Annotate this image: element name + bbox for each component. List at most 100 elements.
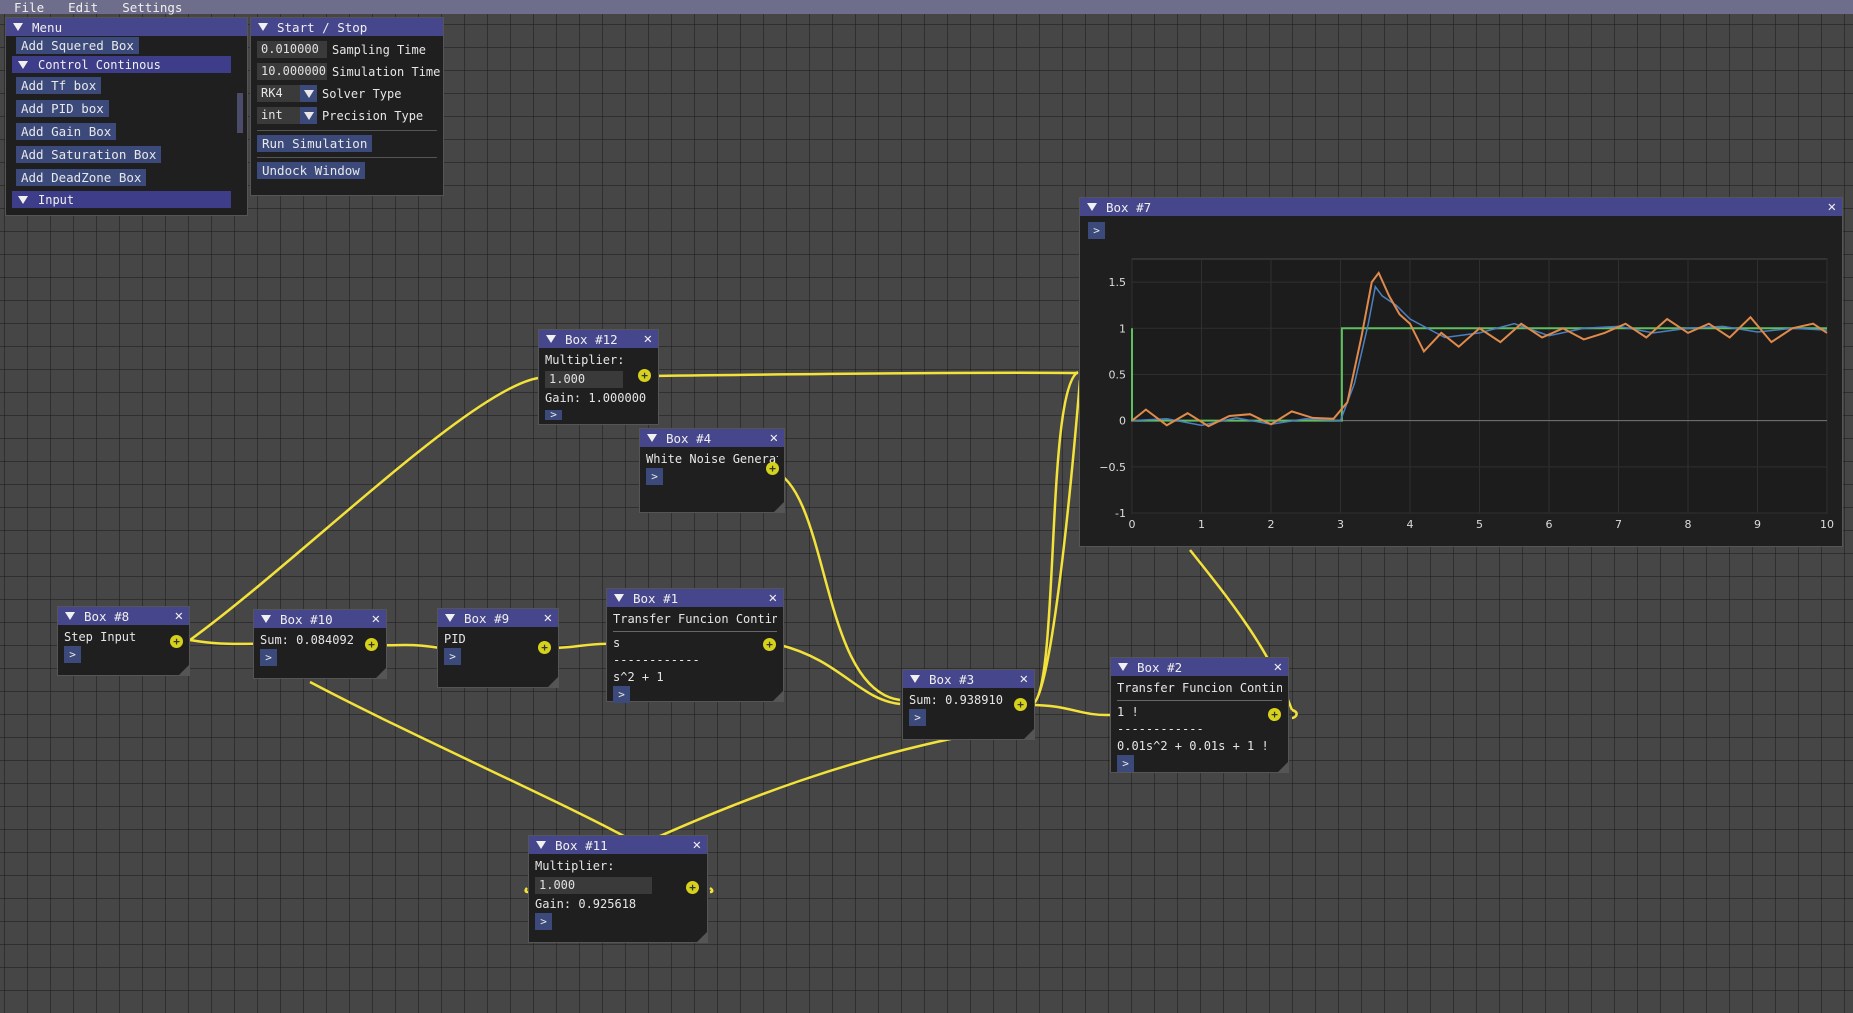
close-icon[interactable]: ✕ xyxy=(175,607,183,625)
sum-value: Sum: 0.084092 xyxy=(260,633,354,647)
wire xyxy=(709,886,714,894)
output-pin-icon[interactable]: + xyxy=(763,638,776,651)
collapse-triangle-icon[interactable] xyxy=(261,615,271,623)
section-input[interactable]: Input xyxy=(12,191,231,208)
node-box-1[interactable]: Box #1 ✕ Transfer Funcion Contino s -----… xyxy=(606,588,784,703)
menu-panel-titlebar[interactable]: Menu xyxy=(6,18,247,36)
node-box-9[interactable]: Box #9 ✕ PID > + xyxy=(437,608,559,688)
node-box-3[interactable]: Box #3 ✕ Sum: 0.938910 > + xyxy=(902,669,1035,740)
expand-button[interactable]: > xyxy=(1088,222,1105,239)
resize-grip-icon[interactable] xyxy=(376,668,386,678)
close-icon[interactable]: ✕ xyxy=(693,836,701,854)
node-box-8[interactable]: Box #8 ✕ Step Input > + xyxy=(57,606,190,676)
menu-bar: File Edit Settings xyxy=(0,0,1853,15)
close-icon[interactable]: ✕ xyxy=(1828,198,1836,216)
add-deadzone-box-button[interactable]: Add DeadZone Box xyxy=(16,169,147,186)
expand-button[interactable]: > xyxy=(64,646,81,663)
sum-value: Sum: 0.938910 xyxy=(909,693,1003,707)
collapse-triangle-icon[interactable] xyxy=(546,335,556,343)
node-titlebar[interactable]: Box #11 ✕ xyxy=(529,836,707,854)
node-titlebar[interactable]: Box #9 ✕ xyxy=(438,609,558,627)
node-box-12[interactable]: Box #12 ✕ Multiplier: 1.000 Gain: 1.00000… xyxy=(538,329,659,425)
node-titlebar[interactable]: Box #10 ✕ xyxy=(254,610,386,628)
collapse-triangle-icon[interactable] xyxy=(1118,663,1128,671)
resize-grip-icon[interactable] xyxy=(774,502,784,512)
resize-grip-icon[interactable] xyxy=(179,665,189,675)
node-titlebar[interactable]: Box #4 ✕ xyxy=(640,429,784,447)
resize-grip-icon[interactable] xyxy=(548,677,558,687)
plot-window-titlebar[interactable]: Box #7 ✕ xyxy=(1080,198,1842,216)
multiplier-input[interactable]: 1.000 xyxy=(535,877,652,894)
close-icon[interactable]: ✕ xyxy=(544,609,552,627)
collapse-triangle-icon[interactable] xyxy=(647,434,657,442)
resize-grip-icon[interactable] xyxy=(773,691,783,701)
output-pin-icon[interactable]: + xyxy=(638,369,651,382)
section-control-continous[interactable]: Control Continous xyxy=(12,56,231,73)
node-titlebar[interactable]: Box #2 ✕ xyxy=(1111,658,1288,676)
solver-type-select[interactable]: RK4 xyxy=(257,85,317,102)
add-squered-box-button[interactable]: Add Squered Box xyxy=(16,37,139,54)
close-icon[interactable]: ✕ xyxy=(1020,670,1028,688)
collapse-triangle-icon[interactable] xyxy=(65,612,75,620)
menu-settings[interactable]: Settings xyxy=(108,0,192,15)
output-pin-icon[interactable]: + xyxy=(1014,698,1027,711)
menu-panel: Menu Add Squered Box Control Continous A… xyxy=(5,17,248,216)
close-icon[interactable]: ✕ xyxy=(1274,658,1282,676)
resize-grip-icon[interactable] xyxy=(1024,729,1034,739)
collapse-triangle-icon[interactable] xyxy=(445,614,455,622)
collapse-triangle-icon[interactable] xyxy=(1087,203,1097,211)
output-pin-icon[interactable]: + xyxy=(170,635,183,648)
menu-scrollbar[interactable] xyxy=(237,93,243,133)
simulation-time-input[interactable]: 10.000000 xyxy=(257,63,327,80)
node-box-2[interactable]: Box #2 ✕ Transfer Funcion Contino 1 ! ---… xyxy=(1110,657,1289,773)
output-pin-icon[interactable]: + xyxy=(1268,708,1281,721)
close-icon[interactable]: ✕ xyxy=(372,610,380,628)
collapse-triangle-icon[interactable] xyxy=(910,675,920,683)
wire xyxy=(1291,708,1298,720)
expand-button[interactable]: > xyxy=(613,686,630,703)
expand-button[interactable]: > xyxy=(260,649,277,666)
node-titlebar[interactable]: Box #12 ✕ xyxy=(539,330,658,348)
expand-button[interactable]: > xyxy=(1117,755,1134,772)
resize-grip-icon[interactable] xyxy=(1278,762,1288,772)
output-pin-icon[interactable]: + xyxy=(766,462,779,475)
add-gain-box-button[interactable]: Add Gain Box xyxy=(16,123,117,140)
node-titlebar[interactable]: Box #8 ✕ xyxy=(58,607,189,625)
expand-button[interactable]: > xyxy=(535,913,552,930)
node-box-4[interactable]: Box #4 ✕ White Noise Generato > + xyxy=(639,428,785,513)
sampling-time-input[interactable]: 0.010000 xyxy=(257,41,327,58)
menu-file[interactable]: File xyxy=(0,0,54,15)
node-titlebar[interactable]: Box #1 ✕ xyxy=(607,589,783,607)
node-box-10[interactable]: Box #10 ✕ Sum: 0.084092 > + xyxy=(253,609,387,679)
resize-grip-icon[interactable] xyxy=(697,932,707,942)
close-icon[interactable]: ✕ xyxy=(769,589,777,607)
multiplier-label: Multiplier: xyxy=(545,353,625,367)
menu-edit[interactable]: Edit xyxy=(54,0,108,15)
add-tf-box-button[interactable]: Add Tf box xyxy=(16,77,102,94)
collapse-triangle-icon[interactable] xyxy=(614,594,624,602)
run-simulation-button[interactable]: Run Simulation xyxy=(257,135,373,152)
plot-window-box-7[interactable]: Box #7 ✕ > 0 1 2 3 4 5 6 7 8 9 10 -1 −0.5 0 0.5 1 1.5 xyxy=(1079,197,1843,547)
collapse-triangle-icon[interactable] xyxy=(13,23,23,31)
expand-button[interactable]: > xyxy=(646,468,663,485)
multiplier-input[interactable]: 1.000 xyxy=(545,371,623,388)
precision-type-select[interactable]: int xyxy=(257,107,317,124)
tf-numerator: 1 ! xyxy=(1117,705,1139,719)
collapse-triangle-icon[interactable] xyxy=(536,841,546,849)
expand-button[interactable]: > xyxy=(444,648,461,665)
start-stop-titlebar[interactable]: Start / Stop xyxy=(251,18,443,36)
output-pin-icon[interactable]: + xyxy=(538,641,551,654)
output-pin-icon[interactable]: + xyxy=(686,881,699,894)
node-box-11[interactable]: Box #11 ✕ Multiplier: 1.000 Gain: 0.92561… xyxy=(528,835,708,943)
expand-button[interactable]: > xyxy=(545,409,562,420)
expand-button[interactable]: > xyxy=(909,709,926,726)
close-icon[interactable]: ✕ xyxy=(770,429,778,447)
wire xyxy=(1030,370,1079,707)
node-titlebar[interactable]: Box #3 ✕ xyxy=(903,670,1034,688)
add-saturation-box-button[interactable]: Add Saturation Box xyxy=(16,146,162,163)
undock-window-button[interactable]: Undock Window xyxy=(257,162,365,179)
output-pin-icon[interactable]: + xyxy=(365,638,378,651)
add-pid-box-button[interactable]: Add PID box xyxy=(16,100,109,117)
collapse-triangle-icon[interactable] xyxy=(258,23,268,31)
close-icon[interactable]: ✕ xyxy=(644,330,652,348)
